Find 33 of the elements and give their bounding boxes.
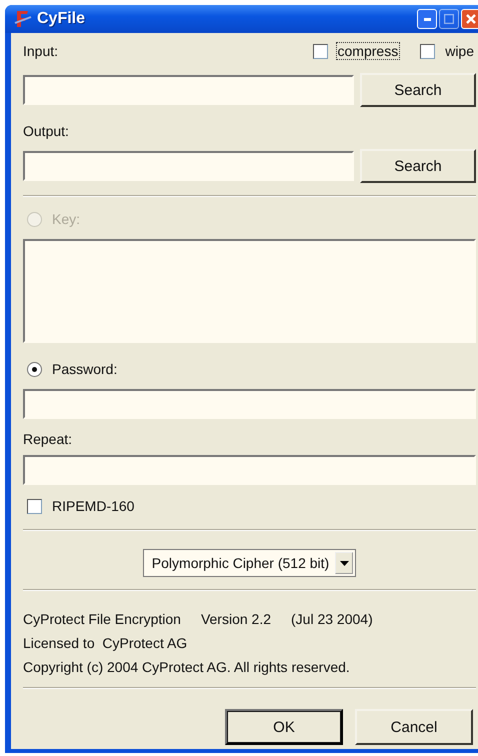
checkbox[interactable] [312, 44, 328, 58]
key-text-area[interactable] [23, 239, 476, 343]
copyright-text: Copyright (c) 2004 CyProtect AG. All rights reserved. [23, 659, 351, 675]
cancel-button[interactable]: Cancel [355, 709, 473, 745]
close-button[interactable] [461, 9, 478, 29]
checkbox-label[interactable]: compress [336, 42, 400, 60]
radio-button[interactable] [27, 362, 42, 376]
radio-label[interactable]: Password: [52, 361, 118, 377]
app-logo-icon [13, 9, 33, 29]
minimize-button[interactable] [417, 9, 437, 29]
text-field[interactable] [23, 151, 354, 181]
license-text: Licensed to CyProtect AG [23, 635, 188, 651]
repeat-password-field[interactable] [23, 455, 476, 485]
checkbox-label[interactable]: RIPEMD-160 [50, 497, 136, 515]
version-text: Version 2.2 [200, 611, 272, 627]
field-label: Output: [23, 123, 70, 139]
product-name: CyProtect File Encryption [23, 611, 181, 627]
checkbox[interactable] [420, 44, 436, 58]
minimize-icon [424, 18, 430, 20]
window-title: CyFile [37, 10, 86, 28]
cipher-dropdown[interactable]: Polymorphic Cipher (512 bit) [142, 549, 356, 577]
field-label: Repeat: [23, 431, 74, 447]
field-label: Input: [23, 43, 58, 59]
maximize-icon [444, 14, 454, 24]
search-button[interactable]: Search [360, 149, 476, 183]
close-icon [466, 14, 476, 24]
checkbox-label[interactable]: wipe [443, 42, 476, 60]
build-date: (Jul 23 2004) [291, 611, 373, 627]
checkbox[interactable] [27, 498, 42, 514]
search-button[interactable]: Search [360, 73, 476, 107]
ok-button[interactable]: OK [225, 709, 343, 745]
password-field[interactable] [23, 389, 476, 419]
text-field[interactable] [23, 75, 354, 105]
